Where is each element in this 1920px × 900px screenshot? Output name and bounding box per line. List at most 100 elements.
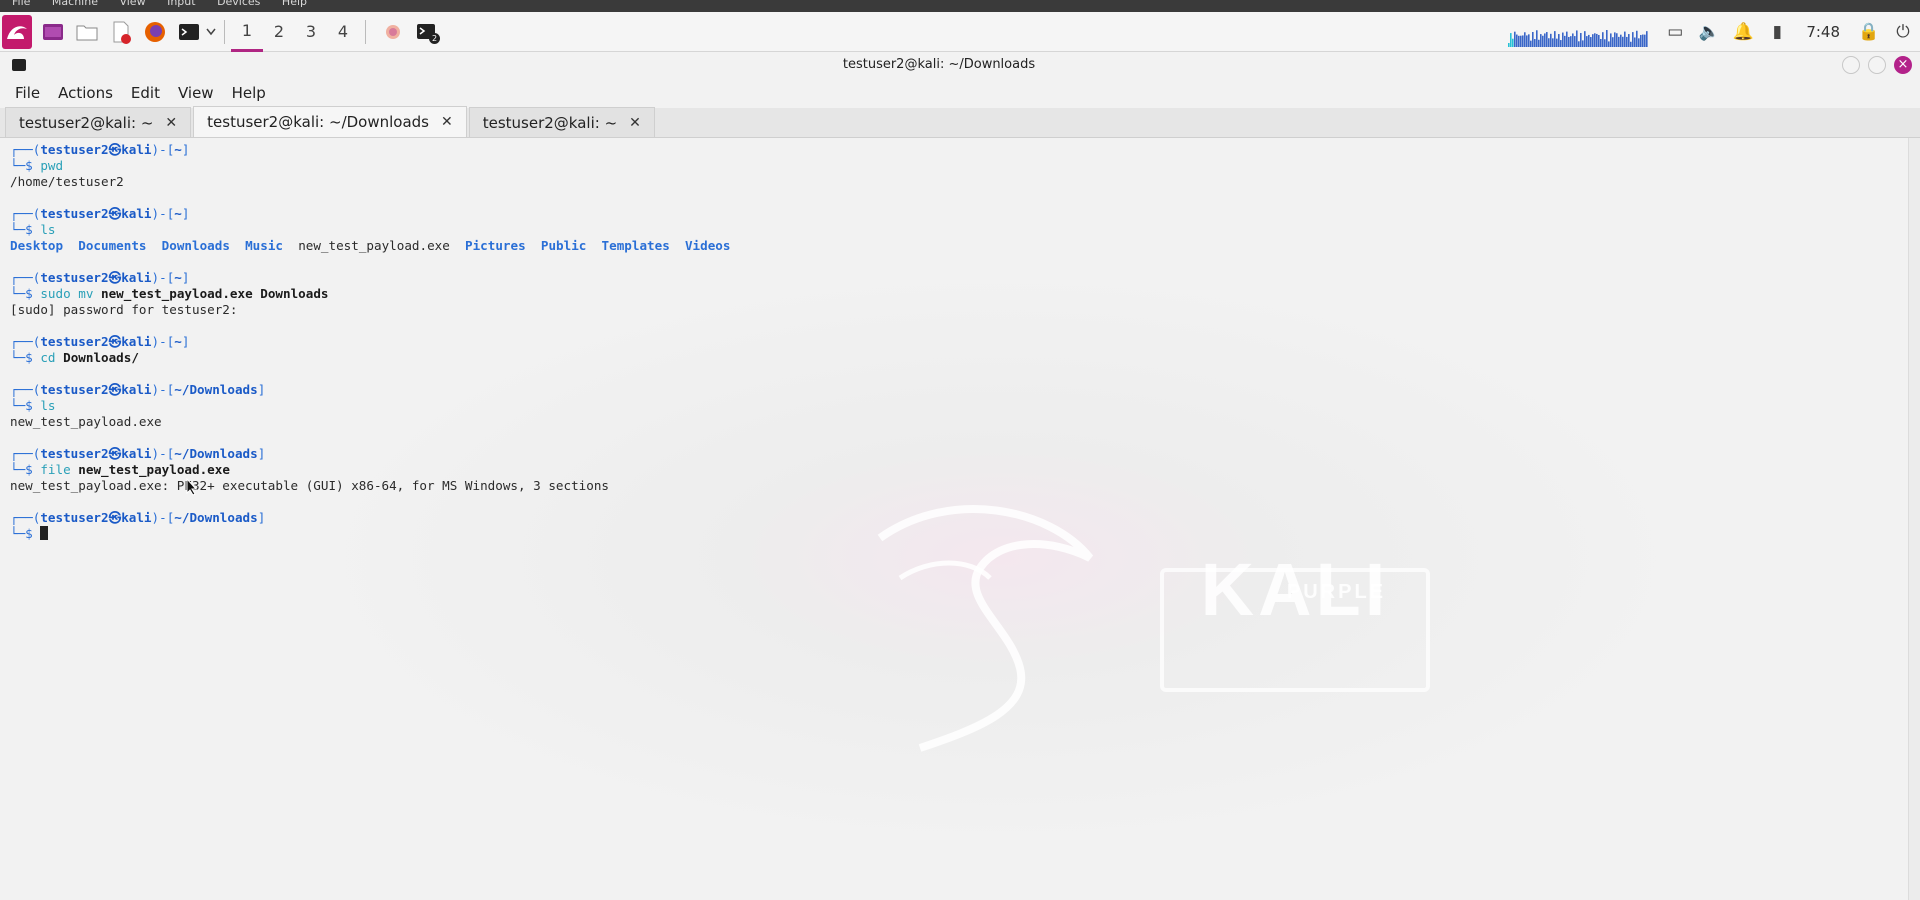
prompt-host: kali [121,270,152,285]
tab-label: testuser2@kali: ~/Downloads [207,113,429,131]
tab-home-2[interactable]: testuser2@kali: ~ ✕ [468,107,655,137]
prompt-user: testuser2 [40,510,109,525]
vm-menu-machine[interactable]: Machine [52,0,98,8]
clock[interactable]: 7:48 [1794,23,1852,41]
workspace-1[interactable]: 1 [231,12,263,52]
prompt-frame: )-[ [151,142,175,157]
prompt-frame: ┌──( [10,142,41,157]
show-desktop-button[interactable] [40,19,66,45]
command-line: └─$ file new_test_payload.exe [10,462,1898,478]
prompt-dir: ~/Downloads [174,446,258,461]
text-cursor [40,526,49,540]
command-name: ls [40,398,56,413]
window-count-badge: 2 [429,32,440,44]
workspace-3[interactable]: 3 [295,12,327,52]
firefox-icon[interactable] [142,19,168,45]
prompt-user: testuser2 [40,382,109,397]
menu-file[interactable]: File [15,84,40,102]
prompt-at: ㉿ [108,206,122,221]
display-icon[interactable]: ▭ [1658,12,1692,52]
prompt-frame: )-[ [151,206,175,221]
tab-downloads[interactable]: testuser2@kali: ~/Downloads ✕ [193,106,467,137]
prompt-dollar: └─$ [10,350,41,365]
prompt-at: ㉿ [108,510,122,525]
command-space [63,158,71,173]
ls-entry: Desktop [10,238,64,253]
command-line: └─$ ls [10,398,1898,414]
chevron-down-icon[interactable] [204,19,218,45]
vm-menu-file[interactable]: File [12,0,30,8]
tab-label: testuser2@kali: ~ [19,113,154,132]
command-name: sudo mv [40,286,94,301]
prompt-user: testuser2 [40,206,109,221]
kali-menu-button[interactable] [0,12,32,52]
workspace-4[interactable]: 4 [327,12,359,52]
prompt-at: ㉿ [108,334,122,349]
ls-entry: Pictures [465,238,526,253]
vm-menu-view[interactable]: View [119,0,145,8]
command-name: file [40,462,71,477]
menu-actions[interactable]: Actions [58,84,113,102]
prompt-at: ㉿ [108,446,122,461]
command-args: new_test_payload.exe Downloads [101,286,329,301]
taskbar-app-icon[interactable] [380,19,406,45]
prompt-host: kali [121,382,152,397]
terminal-scrollbar[interactable] [1908,138,1920,900]
terminal-window: testuser2@kali: ~/Downloads × File Actio… [0,52,1920,900]
file-manager-icon[interactable] [74,19,100,45]
prompt-host: kali [121,334,152,349]
prompt-frame: )-[ [151,510,175,525]
minimize-button[interactable] [1842,56,1860,74]
prompt-line: ┌──(testuser2㉿kali)-[~/Downloads] [10,446,1898,462]
prompt-dollar: └─$ [10,158,41,173]
menu-help[interactable]: Help [232,84,266,102]
maximize-button[interactable] [1868,56,1886,74]
power-icon[interactable]: ⏻ [1886,12,1920,52]
command-space [56,222,64,237]
window-titlebar[interactable]: testuser2@kali: ~/Downloads × [0,52,1920,78]
notification-bell-icon[interactable]: 🔔 [1726,12,1760,52]
command-line: └─$ pwd [10,158,1898,174]
prompt-line: ┌──(testuser2㉿kali)-[~] [10,270,1898,286]
prompt-host: kali [121,510,152,525]
prompt-dir: ~ [174,334,182,349]
terminal-launcher-icon[interactable] [176,19,202,45]
tab-home-1[interactable]: testuser2@kali: ~ ✕ [5,107,192,137]
battery-icon[interactable]: ▮ [1760,12,1794,52]
ls-entry: Music [245,238,284,253]
command-args: new_test_payload.exe [78,462,230,477]
taskbar-terminal-icon[interactable]: 2 [414,19,440,45]
prompt-frame: ┌──( [10,510,41,525]
terminal-output[interactable]: KALI PURPLE ┌──(testuser2㉿kali)-[~] └─$ p… [0,138,1908,900]
vm-menu-devices[interactable]: Devices [217,0,260,8]
text-editor-icon[interactable] [108,19,134,45]
menu-view[interactable]: View [178,84,214,102]
prompt-user: testuser2 [40,142,109,157]
prompt-dir: ~ [174,270,182,285]
prompt-at: ㉿ [108,270,122,285]
close-button[interactable]: × [1894,56,1912,74]
output-line: new_test_payload.exe: PE32+ executable (… [10,478,609,493]
menu-edit[interactable]: Edit [131,84,160,102]
volume-icon[interactable]: 🔈 [1692,12,1726,52]
ls-entry: Public [540,238,587,253]
kali-purple-watermark: KALI PURPLE [1160,553,1430,692]
system-tray: ▭ 🔈 🔔 ▮ 7:48 🔒 ⏻ [1508,12,1920,52]
prompt-dollar: └─$ [10,526,41,541]
lock-icon[interactable]: 🔒 [1852,12,1886,52]
vm-menu-help[interactable]: Help [282,0,307,8]
prompt-frame: )-[ [151,270,175,285]
tab-close-icon[interactable]: ✕ [441,114,453,130]
workspace-2[interactable]: 2 [263,12,295,52]
prompt-dir: ~/Downloads [174,510,258,525]
prompt-frame: ] [257,446,266,461]
vm-menu-input[interactable]: Input [167,0,195,8]
mouse-cursor-icon [186,478,198,496]
vm-menubar: File Machine View Input Devices Help [0,0,1920,12]
tab-close-icon[interactable]: ✕ [165,115,177,131]
tab-close-icon[interactable]: ✕ [629,115,641,131]
prompt-frame: ] [257,510,266,525]
command-name: cd [40,350,56,365]
